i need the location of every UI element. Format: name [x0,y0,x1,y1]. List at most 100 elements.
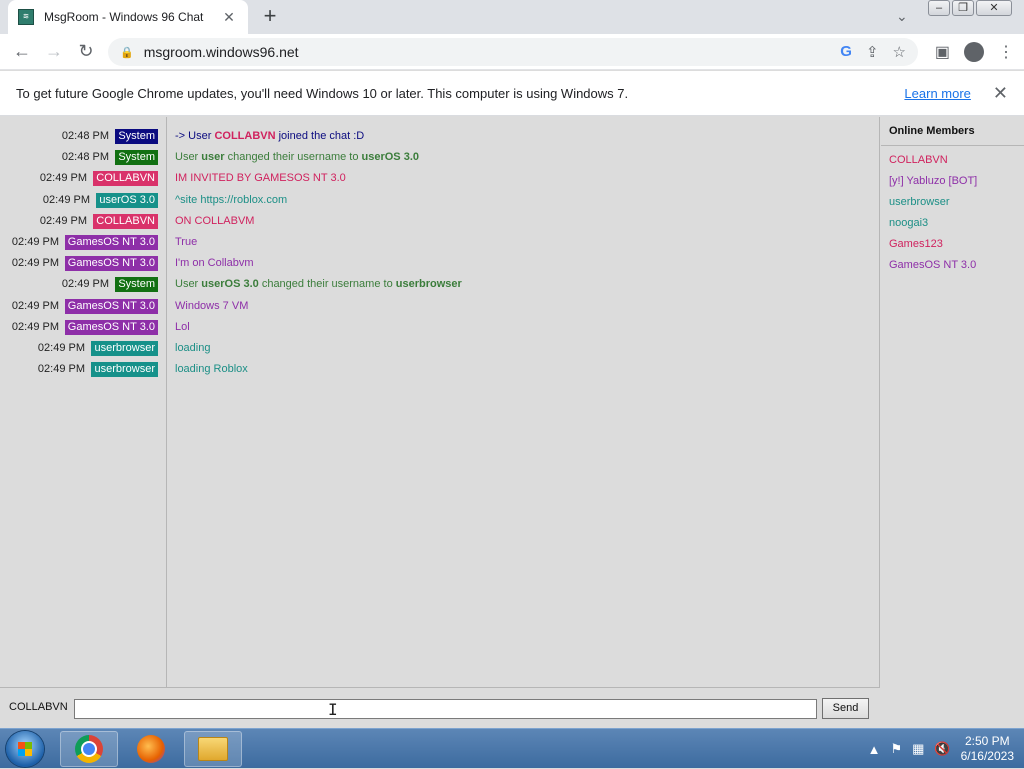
back-arrow-icon[interactable]: ← [6,41,38,62]
taskbar-clock[interactable]: 2:50 PM 6/16/2023 [961,734,1014,764]
online-members-panel: Online Members COLLABVN [y!] Yabluzo [BOT… [881,117,1024,728]
start-button[interactable] [6,731,44,767]
minimize-icon[interactable]: – [928,0,950,16]
chrome-menu-icon[interactable]: ⋮ [998,42,1014,62]
message-meta: COLLABVN 02:49 PM [0,212,158,230]
message-text: loading Roblox [175,363,248,376]
volume-muted-icon[interactable]: 🔇 [934,741,950,757]
message-meta: System 02:48 PM [0,148,158,166]
window-close-icon[interactable]: ✕ [976,0,1012,16]
message-meta: System 02:49 PM [0,275,158,293]
chat-message: GamesOS NT 3.0 02:49 PM I'm on Collabvm [0,254,880,272]
message-timestamp: 02:48 PM [61,130,109,142]
chat-log: System 02:48 PM -> User COLLABVN joined th… [0,117,880,687]
member-item[interactable]: COLLABVN [881,150,1024,171]
lock-icon[interactable]: 🔒 [120,46,134,59]
member-item[interactable]: Games123 [881,234,1024,255]
tab-search-chevron-icon[interactable]: ⌄ [896,8,908,25]
taskbar-explorer[interactable] [184,731,242,767]
message-text: loading [175,342,211,354]
message-text: -> User COLLABVN joined the chat :D [175,130,365,142]
bookmark-star-icon[interactable]: ☆ [893,43,906,61]
username-badge[interactable]: System [115,129,158,144]
network-icon[interactable]: ▦ [912,741,924,757]
member-item[interactable]: GamesOS NT 3.0 [881,255,1024,276]
username-badge[interactable]: COLLABVN [93,171,158,187]
message-meta: userbrowser 02:49 PM [0,339,158,357]
chat-message: GamesOS NT 3.0 02:49 PM Windows 7 VM [0,297,880,315]
forward-arrow-icon[interactable]: → [38,41,70,62]
tab-title: MsgRoom - Windows 96 Chat [44,10,204,24]
message-text: IM INVITED BY GAMESOS NT 3.0 [175,172,346,185]
username-badge[interactable]: userbrowser [91,362,158,378]
message-timestamp: 02:49 PM [37,363,85,376]
message-timestamp: 02:49 PM [11,320,59,333]
message-meta: GamesOS NT 3.0 02:49 PM [0,297,158,315]
username-badge[interactable]: COLLABVN [93,213,158,229]
username-badge[interactable]: System [115,277,158,293]
message-text: User userOS 3.0 changed their username t… [175,278,462,291]
share-icon[interactable]: ⇪ [866,43,879,61]
username-badge[interactable]: GamesOS NT 3.0 [64,256,158,272]
chat-message: System 02:48 PM User user changed their us… [0,148,880,166]
chat-message: userbrowser 02:49 PM loading Roblox [0,360,880,378]
message-meta: GamesOS NT 3.0 02:49 PM [0,233,158,251]
message-text: Lol [175,320,190,333]
chrome-icon [75,735,103,763]
system-tray: ▲ ⚑ ▦ 🔇 2:50 PM 6/16/2023 [868,729,1014,769]
message-meta: GamesOS NT 3.0 02:49 PM [0,318,158,336]
taskbar-chrome[interactable] [60,731,118,767]
member-item[interactable]: userbrowser [881,192,1024,213]
chat-message: userOS 3.0 02:49 PM ^site https://roblox.c… [0,191,880,209]
message-timestamp: 02:49 PM [39,214,87,227]
username-badge[interactable]: GamesOS NT 3.0 [64,319,158,335]
action-center-flag-icon[interactable]: ⚑ [890,741,902,757]
message-timestamp: 02:49 PM [11,236,59,248]
browser-tab[interactable]: ≋ MsgRoom - Windows 96 Chat ✕ [8,0,248,34]
member-item[interactable]: noogai3 [881,213,1024,234]
msgroom-favicon-icon: ≋ [18,9,34,25]
message-meta: GamesOS NT 3.0 02:49 PM [0,254,158,272]
message-timestamp: 02:49 PM [42,193,90,206]
send-button[interactable]: Send [822,698,869,719]
message-meta: COLLABVN 02:49 PM [0,169,158,187]
taskbar-firefox[interactable] [122,731,180,767]
maximize-icon[interactable]: ❐ [952,0,974,16]
browser-tab-strip: ≋ MsgRoom - Windows 96 Chat ✕ + ⌄ – ❐ ✕ [0,0,1024,34]
username-badge[interactable]: GamesOS NT 3.0 [64,298,158,314]
message-timestamp: 02:49 PM [39,172,87,185]
message-text: I'm on Collabvm [175,257,254,270]
clock-time: 2:50 PM [964,734,1010,748]
folder-icon [198,737,228,761]
show-hidden-icons-icon[interactable]: ▲ [868,742,881,757]
learn-more-link[interactable]: Learn more [904,86,970,101]
infobar-close-icon[interactable]: ✕ [993,83,1008,104]
message-text: ON COLLABVM [175,214,255,227]
url-text[interactable]: msgroom.windows96.net [144,44,841,60]
username-badge[interactable]: userbrowser [91,341,158,356]
message-text: True [175,236,198,248]
message-timestamp: 02:49 PM [11,299,59,312]
chat-message: userbrowser 02:49 PM loading [0,339,880,357]
reload-icon[interactable]: ↻ [70,41,102,62]
chat-input-bar: COLLABVN I Send [0,687,880,728]
infobar-message: To get future Google Chrome updates, you… [16,85,629,101]
google-translate-icon[interactable]: G [840,43,852,61]
side-panel-icon[interactable]: ▣ [935,42,950,62]
chat-message: GamesOS NT 3.0 02:49 PM Lol [0,318,880,336]
username-badge[interactable]: GamesOS NT 3.0 [64,235,158,250]
new-tab-icon[interactable]: + [258,5,282,29]
message-meta: userbrowser 02:49 PM [0,360,158,378]
nickname-label[interactable]: COLLABVN [9,701,68,713]
address-bar[interactable]: 🔒 msgroom.windows96.net G ⇪ ☆ [108,38,918,66]
tab-close-icon[interactable]: ✕ [220,9,238,26]
message-timestamp: 02:49 PM [11,257,59,270]
username-badge[interactable]: userOS 3.0 [96,192,158,208]
chat-message: COLLABVN 02:49 PM IM INVITED BY GAMESOS NT… [0,169,880,187]
clock-date: 6/16/2023 [960,749,1014,763]
message-text: User user changed their username to user… [175,151,419,164]
username-badge[interactable]: System [115,150,158,166]
profile-avatar-icon[interactable] [964,42,984,62]
member-item[interactable]: [y!] Yabluzo [BOT] [881,171,1024,192]
message-input[interactable] [74,699,817,719]
